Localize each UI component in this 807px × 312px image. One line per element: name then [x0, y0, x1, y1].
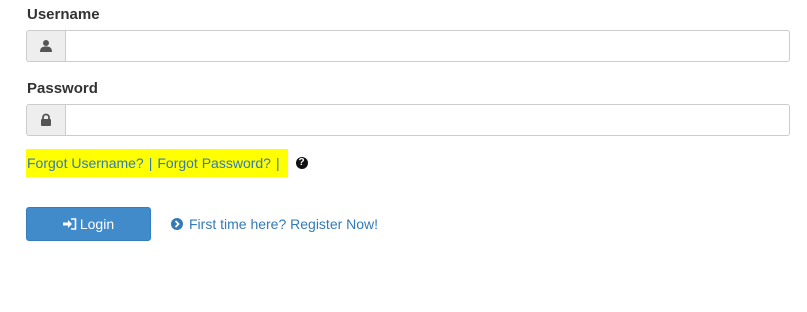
login-button-label: Login	[79, 216, 115, 232]
password-input[interactable]	[65, 104, 790, 136]
help-links-row: Forgot Username? | Forgot Password? | ?	[26, 149, 308, 177]
register-link[interactable]: First time here? Register Now!	[171, 214, 378, 234]
password-label: Password	[27, 80, 98, 97]
forgot-password-link[interactable]: Forgot Password?	[157, 155, 271, 171]
sign-in-icon	[62, 218, 77, 230]
separator: |	[148, 155, 153, 171]
username-label: Username	[27, 6, 100, 23]
lock-icon	[26, 104, 65, 136]
username-input[interactable]	[65, 30, 790, 62]
user-icon	[26, 30, 65, 62]
username-input-group	[26, 30, 790, 62]
register-link-label: First time here? Register Now!	[189, 216, 379, 232]
separator: |	[275, 155, 280, 171]
arrow-circle-right-icon	[171, 218, 183, 230]
login-button[interactable]: Login	[26, 207, 151, 241]
help-links-highlight: Forgot Username? | Forgot Password? |	[26, 149, 288, 177]
login-form: Username Password Forgot Username? | For…	[0, 0, 807, 312]
forgot-username-link[interactable]: Forgot Username?	[27, 155, 144, 171]
question-circle-icon[interactable]: ?	[295, 157, 308, 169]
password-input-group	[26, 104, 790, 136]
